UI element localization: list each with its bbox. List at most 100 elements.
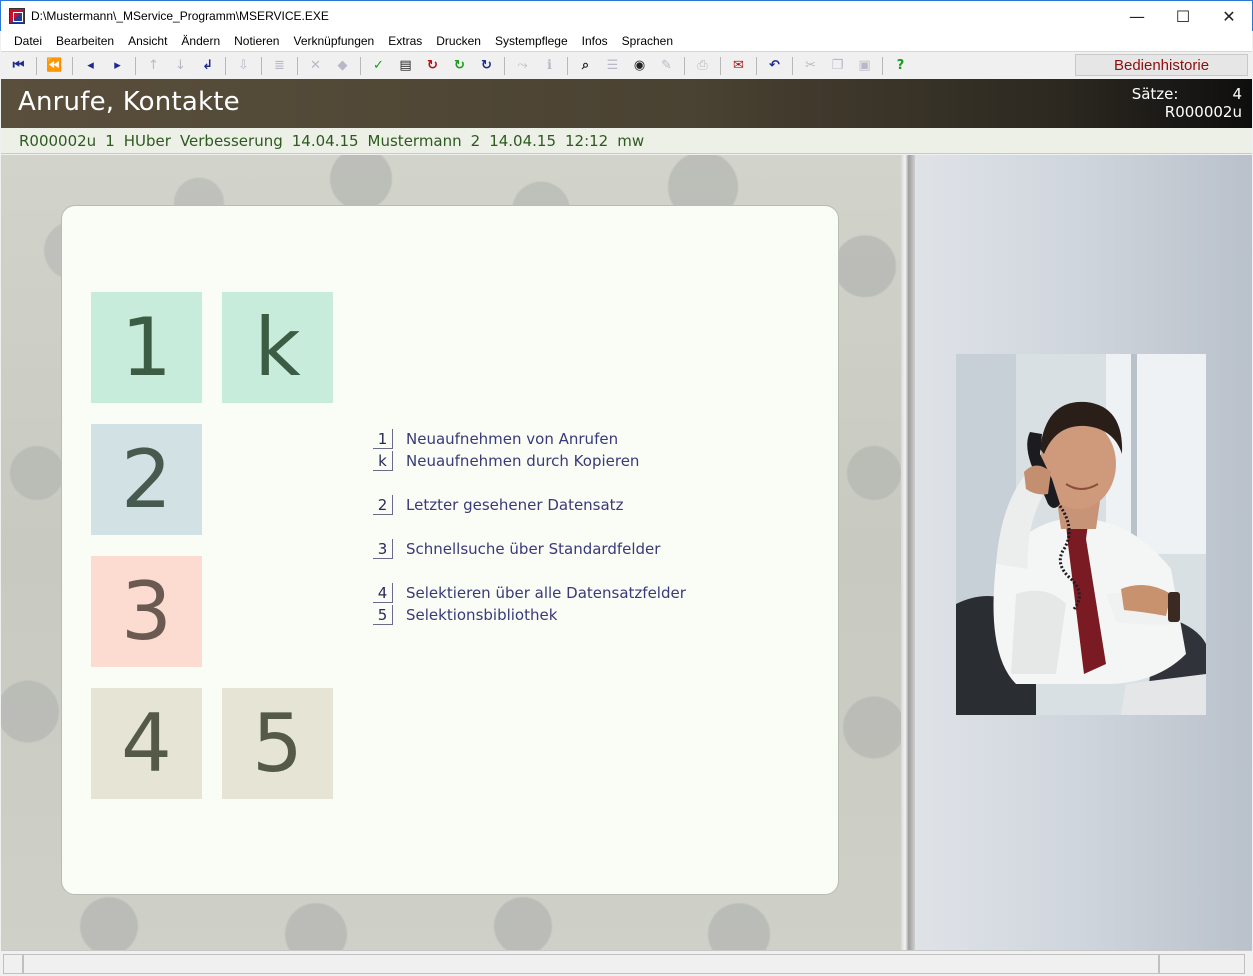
menu-drucken[interactable]: Drucken xyxy=(429,34,488,48)
history-button[interactable]: Bedienhistorie xyxy=(1075,54,1248,76)
arrow-up-icon[interactable]: ↑ xyxy=(140,55,167,77)
toolbar-separator xyxy=(261,56,262,75)
menu-systempflege[interactable]: Systempflege xyxy=(488,34,575,48)
menu-row-last-record[interactable]: 2 Letzter gesehener Datensatz xyxy=(373,494,623,516)
status-time: 12:12 xyxy=(565,131,609,150)
phone-call-photo xyxy=(956,354,1206,715)
toolbar: ⏮ ⏪ ◂ ▸ ↑ ↓ ↲ ⇩ ≣ ✕ ◆ ✓ ▤ ↻ ↻ ↻ ⤳ ℹ ⌕ ☰ … xyxy=(1,51,1252,79)
status-initials: mw xyxy=(617,131,645,150)
paste-icon[interactable]: ▣ xyxy=(851,55,878,77)
status-cell xyxy=(3,953,23,974)
record-status-line: R000002u 1 HUber Verbesserung 14.04.15 M… xyxy=(1,128,1252,154)
toolbar-separator xyxy=(360,56,361,75)
undo-icon[interactable]: ↶ xyxy=(761,55,788,77)
shortcut-label: Schnellsuche über Standardfelder xyxy=(406,540,661,558)
menu-notieren[interactable]: Notieren xyxy=(227,34,286,48)
import-icon[interactable]: ⇩ xyxy=(230,55,257,77)
menu-bearbeiten[interactable]: Bearbeiten xyxy=(49,34,121,48)
shortcut-label: Letzter gesehener Datensatz xyxy=(406,496,624,514)
bottom-status-bar xyxy=(1,950,1252,976)
tile-last-record[interactable]: 2 xyxy=(91,424,202,535)
list-edit-icon[interactable]: ≣ xyxy=(266,55,293,77)
tile-quick-search[interactable]: 3 xyxy=(91,556,202,667)
menu-row-selection-library[interactable]: 5 Selektionsbibliothek xyxy=(373,604,557,626)
status-cell xyxy=(23,953,1159,974)
start-panel: 1 k 2 3 4 5 1 Neuaufnehmen von Anrufen k… xyxy=(61,205,839,895)
splitter[interactable] xyxy=(901,155,915,950)
menu-extras[interactable]: Extras xyxy=(381,34,429,48)
records-label: Sätze: xyxy=(1131,85,1179,103)
fast-back-icon[interactable]: ⏪ xyxy=(41,55,68,77)
menu-infos[interactable]: Infos xyxy=(575,34,615,48)
cut-icon[interactable]: ✂ xyxy=(797,55,824,77)
menu-row-new-call[interactable]: 1 Neuaufnehmen von Anrufen xyxy=(373,428,618,450)
document-icon[interactable]: ▤ xyxy=(392,55,419,77)
shortcut-key: k xyxy=(373,451,393,471)
mail-icon[interactable]: ✉ xyxy=(725,55,752,77)
shortcut-label: Selektieren über alle Datensatzfelder xyxy=(406,584,686,602)
toolbar-separator xyxy=(135,56,136,75)
tile-select-all[interactable]: 4 xyxy=(91,688,202,799)
page-title: Anrufe, Kontakte xyxy=(18,87,240,117)
shortcut-key: 1 xyxy=(373,429,393,449)
first-record-icon[interactable]: ⏮ xyxy=(5,55,32,77)
menu-row-copy[interactable]: k Neuaufnehmen durch Kopieren xyxy=(373,450,639,472)
toolbar-separator xyxy=(567,56,568,75)
tile-selection-library[interactable]: 5 xyxy=(222,688,333,799)
help-icon[interactable]: ? xyxy=(887,55,914,77)
next-record-icon[interactable]: ▸ xyxy=(104,55,131,77)
toolbar-separator xyxy=(756,56,757,75)
tile-new-call[interactable]: 1 xyxy=(91,292,202,403)
delete-icon[interactable]: ✕ xyxy=(302,55,329,77)
toolbar-separator xyxy=(792,56,793,75)
check-icon[interactable]: ✓ xyxy=(365,55,392,77)
title-bar: D:\Mustermann\_MService_Programm\MSERVIC… xyxy=(0,0,1253,31)
window-title: D:\Mustermann\_MService_Programm\MSERVIC… xyxy=(31,9,329,23)
menu-verknuepfungen[interactable]: Verknüpfungen xyxy=(286,34,381,48)
binoculars-icon[interactable]: ⌕ xyxy=(572,55,599,77)
menu-row-select-all[interactable]: 4 Selektieren über alle Datensatzfelder xyxy=(373,582,686,604)
toolbar-separator xyxy=(684,56,685,75)
status-user1: HUber xyxy=(123,131,171,150)
maximize-button[interactable]: ☐ xyxy=(1160,1,1206,31)
tile-copy[interactable]: k xyxy=(222,292,333,403)
toolbar-separator xyxy=(504,56,505,75)
toolbar-separator xyxy=(36,56,37,75)
refresh-green-icon[interactable]: ↻ xyxy=(446,55,473,77)
toolbar-separator xyxy=(297,56,298,75)
copy-icon[interactable]: ❐ xyxy=(824,55,851,77)
menu-datei[interactable]: Datei xyxy=(7,34,49,48)
erase-icon[interactable]: ◆ xyxy=(329,55,356,77)
shortcut-key: 3 xyxy=(373,539,393,559)
menu-row-quick-search[interactable]: 3 Schnellsuche über Standardfelder xyxy=(373,538,660,560)
menu-aendern[interactable]: Ändern xyxy=(174,34,227,48)
refresh-red-icon[interactable]: ↻ xyxy=(419,55,446,77)
status-num2: 2 xyxy=(470,131,481,150)
minimize-button[interactable]: — xyxy=(1114,1,1160,31)
window-controls: — ☐ ✕ xyxy=(1114,1,1252,31)
status-cell xyxy=(1159,953,1245,974)
status-record-id: R000002u xyxy=(19,131,97,150)
info-icon[interactable]: ℹ xyxy=(536,55,563,77)
toolbar-separator xyxy=(882,56,883,75)
eye-icon[interactable]: ◉ xyxy=(626,55,653,77)
current-record-id: R000002u xyxy=(1164,103,1242,121)
toolbar-separator xyxy=(72,56,73,75)
return-icon[interactable]: ↲ xyxy=(194,55,221,77)
arrow-down-icon[interactable]: ↓ xyxy=(167,55,194,77)
refresh-blue-icon[interactable]: ↻ xyxy=(473,55,500,77)
status-date2: 14.04.15 xyxy=(489,131,556,150)
link-icon[interactable]: ⤳ xyxy=(509,55,536,77)
record-info: Sätze: 4 R000002u xyxy=(1132,85,1242,121)
menu-ansicht[interactable]: Ansicht xyxy=(121,34,174,48)
close-button[interactable]: ✕ xyxy=(1206,1,1252,31)
shortcut-key: 4 xyxy=(373,583,393,603)
status-num1: 1 xyxy=(105,131,115,150)
edit-icon[interactable]: ✎ xyxy=(653,55,680,77)
menu-sprachen[interactable]: Sprachen xyxy=(615,34,680,48)
shortcut-label: Selektionsbibliothek xyxy=(406,606,558,624)
shortcut-label: Neuaufnehmen von Anrufen xyxy=(406,430,619,448)
prev-record-icon[interactable]: ◂ xyxy=(77,55,104,77)
print-icon[interactable]: ⎙ xyxy=(689,55,716,77)
lines-icon[interactable]: ☰ xyxy=(599,55,626,77)
